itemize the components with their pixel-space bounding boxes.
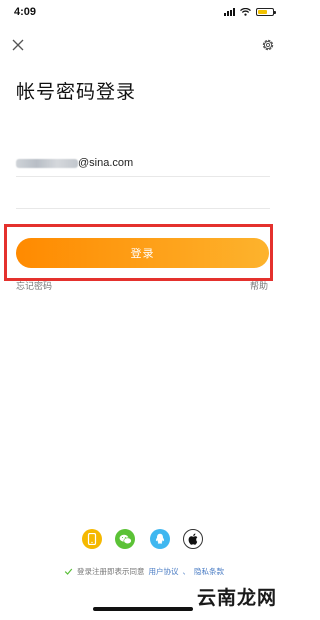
- user-agreement-link[interactable]: 用户协议: [149, 566, 179, 577]
- watermark: 云南龙网: [197, 587, 278, 609]
- agreement-row: 登录注册即表示同意 用户协议、隐私条款: [64, 566, 224, 577]
- close-icon[interactable]: [11, 38, 25, 52]
- help-link[interactable]: 帮助: [250, 279, 268, 292]
- gear-icon[interactable]: [261, 38, 275, 52]
- password-field[interactable]: [16, 187, 270, 209]
- password-field-wrapper: [16, 186, 270, 209]
- qq-icon: [155, 533, 165, 544]
- signal-icon: [224, 8, 235, 16]
- wechat-icon: [119, 534, 132, 544]
- wifi-icon: [240, 8, 251, 16]
- agreement-separator: 、: [182, 567, 191, 576]
- check-icon[interactable]: [64, 567, 73, 576]
- phone-icon: [87, 533, 97, 545]
- apple-login-button[interactable]: [183, 529, 203, 549]
- account-domain: @sina.com: [78, 157, 134, 169]
- forgot-password-link[interactable]: 忘记密码: [16, 279, 52, 292]
- wechat-login-button[interactable]: [115, 529, 135, 549]
- page-title: 帐号密码登录: [16, 81, 137, 103]
- status-icons: [224, 8, 276, 16]
- apple-icon: [188, 533, 198, 545]
- login-button[interactable]: 登录: [16, 238, 269, 268]
- qq-login-button[interactable]: [150, 529, 170, 549]
- privacy-link[interactable]: 隐私条款: [194, 566, 224, 577]
- phone-login-button[interactable]: [82, 529, 102, 549]
- account-field[interactable]: @sina.com: [16, 150, 270, 177]
- home-indicator: [93, 607, 193, 611]
- masked-username: [16, 158, 78, 168]
- status-time: 4:09: [14, 6, 37, 18]
- battery-icon: [256, 8, 276, 16]
- agreement-prefix: 登录注册即表示同意: [77, 567, 145, 576]
